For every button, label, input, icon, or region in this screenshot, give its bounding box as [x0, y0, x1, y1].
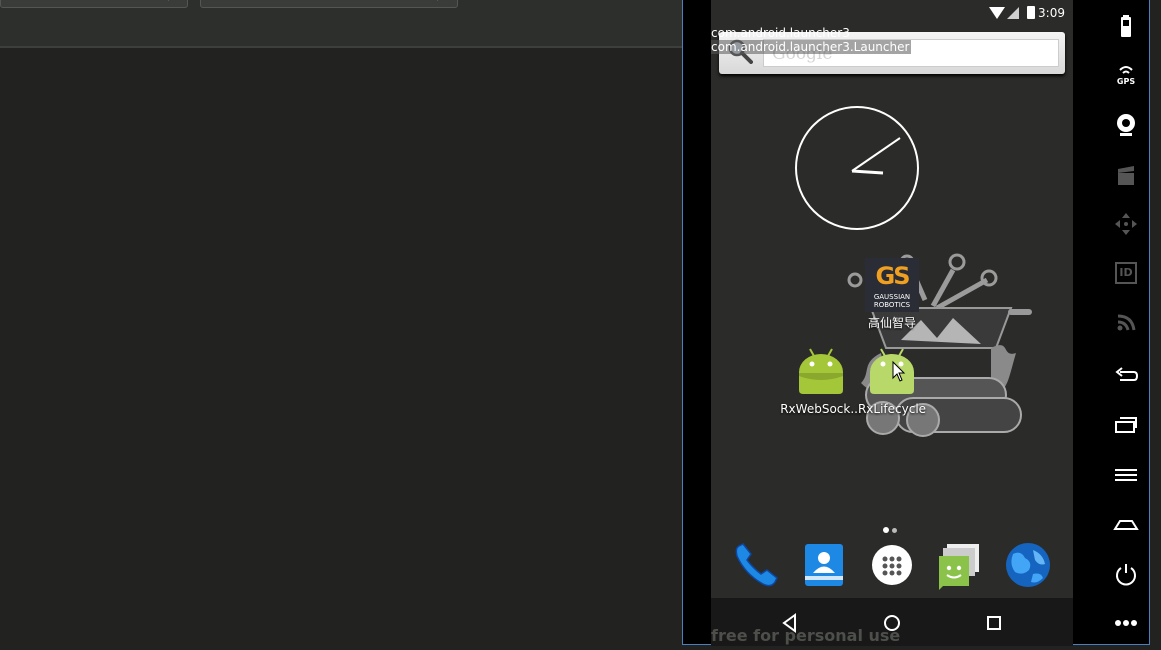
gaussian-robotics-logo-icon: GS GAUSSIAN ROBOTICS	[865, 258, 919, 312]
phone-icon[interactable]	[731, 540, 781, 590]
network-icon[interactable]	[1112, 308, 1140, 336]
browser-icon[interactable]	[1003, 540, 1053, 590]
status-bar: 3:09	[711, 0, 1073, 26]
page-indicator	[883, 518, 900, 537]
android-robot-icon	[799, 348, 843, 394]
id-label: ID	[1119, 266, 1133, 279]
analog-clock-widget[interactable]	[795, 106, 919, 230]
camera-icon[interactable]	[1112, 111, 1140, 139]
back-icon[interactable]	[1112, 362, 1140, 390]
debug-activity-text: com.android.launcher3.Launcher	[711, 40, 912, 54]
media-icon[interactable]	[1112, 161, 1140, 189]
dropdown-arrow-icon[interactable]	[437, 0, 456, 1]
signal-icon	[1007, 7, 1019, 19]
app-label: RxLifecycle	[857, 402, 927, 416]
contacts-icon[interactable]	[799, 540, 849, 590]
android-screen[interactable]: 3:09 Google com.android.launcher3 com.an…	[711, 0, 1073, 646]
ide-editor-area	[0, 48, 682, 650]
debug-package-text: com.android.launcher3	[711, 26, 850, 40]
watermark-text: free for personal use	[711, 626, 901, 645]
app-gaoxian[interactable]: GS GAUSSIAN ROBOTICS 高仙智导	[850, 258, 934, 331]
dock	[711, 536, 1073, 596]
ide-dropdown-1[interactable]	[0, 0, 188, 8]
dropdown-arrow-icon[interactable]	[168, 0, 187, 1]
ide-dropdown-2[interactable]	[200, 0, 458, 8]
app-label: 高仙智导	[867, 316, 916, 330]
app-drawer-icon[interactable]	[867, 540, 917, 590]
battery-charging-icon	[1027, 6, 1035, 19]
app-rxlifecycle[interactable]: RxLifecycle	[850, 346, 934, 416]
dpad-icon[interactable]	[1112, 210, 1140, 238]
recents-icon[interactable]	[1112, 412, 1140, 440]
menu-icon[interactable]	[1112, 461, 1140, 489]
home-icon[interactable]	[1112, 511, 1140, 539]
messaging-icon[interactable]	[933, 540, 983, 590]
emulator-toolbar: GPS ID	[1098, 0, 1154, 645]
more-icon[interactable]	[1112, 609, 1140, 637]
gps-signal-icon	[1119, 66, 1133, 74]
ide-toolbar	[0, 0, 682, 48]
nav-recents-icon[interactable]	[981, 610, 1007, 636]
android-robot-icon	[870, 348, 914, 394]
id-icon[interactable]: ID	[1112, 259, 1140, 287]
page-dot	[892, 528, 897, 533]
power-icon[interactable]	[1112, 560, 1140, 588]
clock-hands	[851, 137, 901, 175]
gps-icon[interactable]: GPS	[1112, 62, 1140, 90]
page-dot-active	[883, 527, 889, 533]
wifi-icon	[989, 7, 1005, 19]
battery-icon[interactable]	[1112, 13, 1140, 41]
status-time: 3:09	[1038, 6, 1065, 20]
gps-label: GPS	[1116, 77, 1136, 86]
